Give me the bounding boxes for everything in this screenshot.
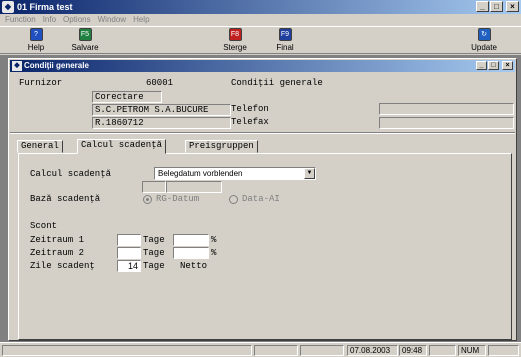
zeitraum2-percent-label: %	[211, 248, 217, 258]
child-maximize-button[interactable]: □	[488, 61, 499, 70]
zile-scadenta-label: Zile scadenţ	[30, 261, 95, 271]
telefon-field[interactable]	[379, 103, 514, 115]
statusbar: 07.08.2003 09:48 NUM	[0, 342, 521, 357]
zeitraum2-label: Zeitraum 2	[30, 248, 85, 258]
status-num: NUM	[458, 345, 486, 356]
zeitraum1-label: Zeitraum 1	[30, 235, 85, 245]
status-cell-3	[429, 345, 456, 356]
calcul-scadenta-label: Calcul scadenţă	[30, 169, 112, 179]
zeitraum1-days-input[interactable]	[117, 234, 141, 246]
zeitraum2-days-input[interactable]	[117, 247, 141, 259]
delete-button-label: Sterge	[223, 43, 247, 52]
child-close-button[interactable]: ×	[502, 61, 513, 70]
radio-rg-datum-label: RG-Datum	[156, 194, 200, 204]
app-icon[interactable]: ◆	[2, 1, 14, 13]
update-icon: ↻	[477, 28, 491, 41]
conditii-generale-window: ◆ Condiţii generale _ □ × Furnizor 60001…	[8, 58, 517, 341]
status-cell-2	[300, 345, 344, 356]
child-minimize-button[interactable]: _	[476, 61, 487, 70]
final-button[interactable]: F9 Final	[265, 28, 305, 53]
zeitraum2-percent-input[interactable]	[173, 247, 209, 259]
help-button[interactable]: ? Help	[16, 28, 56, 53]
status-cell-4	[488, 345, 519, 356]
menubar: Function Info Options Window Help	[0, 14, 521, 26]
section-title: Condiţii generale	[231, 78, 323, 88]
window-icon[interactable]: ◆	[12, 61, 22, 71]
header-divider	[10, 132, 515, 134]
status-cell-1	[254, 345, 298, 356]
help-icon: ?	[29, 28, 43, 41]
calcul-aux-field-2[interactable]	[166, 181, 222, 193]
furnizor-id: 60001	[146, 78, 174, 88]
tab-general[interactable]: General	[17, 140, 63, 153]
status-time: 09:48	[399, 345, 427, 356]
baza-scadenta-label: Bază scadenţă	[30, 194, 101, 204]
furnizor-label: Furnizor	[19, 78, 63, 88]
update-button[interactable]: ↻ Update	[464, 28, 504, 53]
menu-options[interactable]: Options	[63, 14, 91, 26]
child-title: Condiţii generale	[24, 61, 89, 70]
tab-panel-calcul-scadenta	[18, 153, 512, 340]
netto-label: Netto	[180, 261, 208, 271]
save-button[interactable]: F5 Salvare	[65, 28, 105, 53]
maximize-button[interactable]: □	[490, 1, 503, 12]
zile-scadenta-input[interactable]: 14	[117, 260, 141, 272]
app-title: 01 Firma test	[17, 2, 73, 12]
zeitraum1-percent-input[interactable]	[173, 234, 209, 246]
scont-label: Scont	[30, 221, 58, 231]
minimize-button[interactable]: _	[476, 1, 489, 12]
telefon-label: Telefon	[231, 104, 269, 114]
menu-window[interactable]: Window	[98, 14, 126, 26]
child-window-controls: _ □ ×	[476, 61, 513, 70]
menu-info[interactable]: Info	[43, 14, 56, 26]
tab-calcul-scadenta[interactable]: Calcul scadenţă	[77, 139, 167, 154]
final-button-label: Final	[276, 43, 294, 52]
menu-function[interactable]: Function	[5, 14, 36, 26]
delete-button[interactable]: F8 Sterge	[215, 28, 255, 53]
radio-data-ai[interactable]	[229, 195, 238, 204]
zeitraum1-percent-label: %	[211, 235, 217, 245]
window-controls: _ □ ×	[476, 1, 519, 12]
status-message	[2, 345, 252, 356]
zeitraum2-tage-label: Tage	[143, 248, 165, 258]
update-button-label: Update	[471, 43, 497, 52]
telefax-field[interactable]	[379, 117, 514, 129]
final-icon: F9	[278, 28, 292, 41]
save-button-label: Salvare	[71, 43, 99, 52]
radio-rg-datum[interactable]	[143, 195, 152, 204]
app-titlebar: ◆ 01 Firma test _ □ ×	[0, 0, 521, 14]
supplier-company-field[interactable]: S.C.PETROM S.A.BUCURE	[92, 104, 231, 116]
zile-tage-label: Tage	[143, 261, 165, 271]
tab-preisgruppen[interactable]: Preisgruppen	[185, 140, 258, 153]
save-icon: F5	[78, 28, 92, 41]
calcul-aux-field-1[interactable]	[142, 181, 166, 193]
zeitraum1-tage-label: Tage	[143, 235, 165, 245]
close-button[interactable]: ×	[506, 1, 519, 12]
radio-data-ai-label: Data-AI	[242, 194, 280, 204]
supplier-name-field[interactable]: Corectare	[92, 91, 162, 103]
calcul-scadenta-value: Belegdatum vorblenden	[158, 169, 243, 178]
help-button-label: Help	[27, 43, 45, 52]
child-titlebar: ◆ Condiţii generale _ □ ×	[10, 60, 515, 72]
chevron-down-icon[interactable]: ▼	[304, 168, 315, 179]
menu-help[interactable]: Help	[133, 14, 149, 26]
status-date: 07.08.2003	[347, 345, 398, 356]
telefax-label: Telefax	[231, 117, 269, 127]
calcul-scadenta-select[interactable]: Belegdatum vorblenden ▼	[154, 167, 316, 180]
delete-icon: F8	[228, 28, 242, 41]
toolbar: ? Help F5 Salvare F8 Sterge F9 Final ↻ U…	[0, 26, 521, 54]
supplier-reg-field[interactable]: R.1860712	[92, 117, 231, 129]
